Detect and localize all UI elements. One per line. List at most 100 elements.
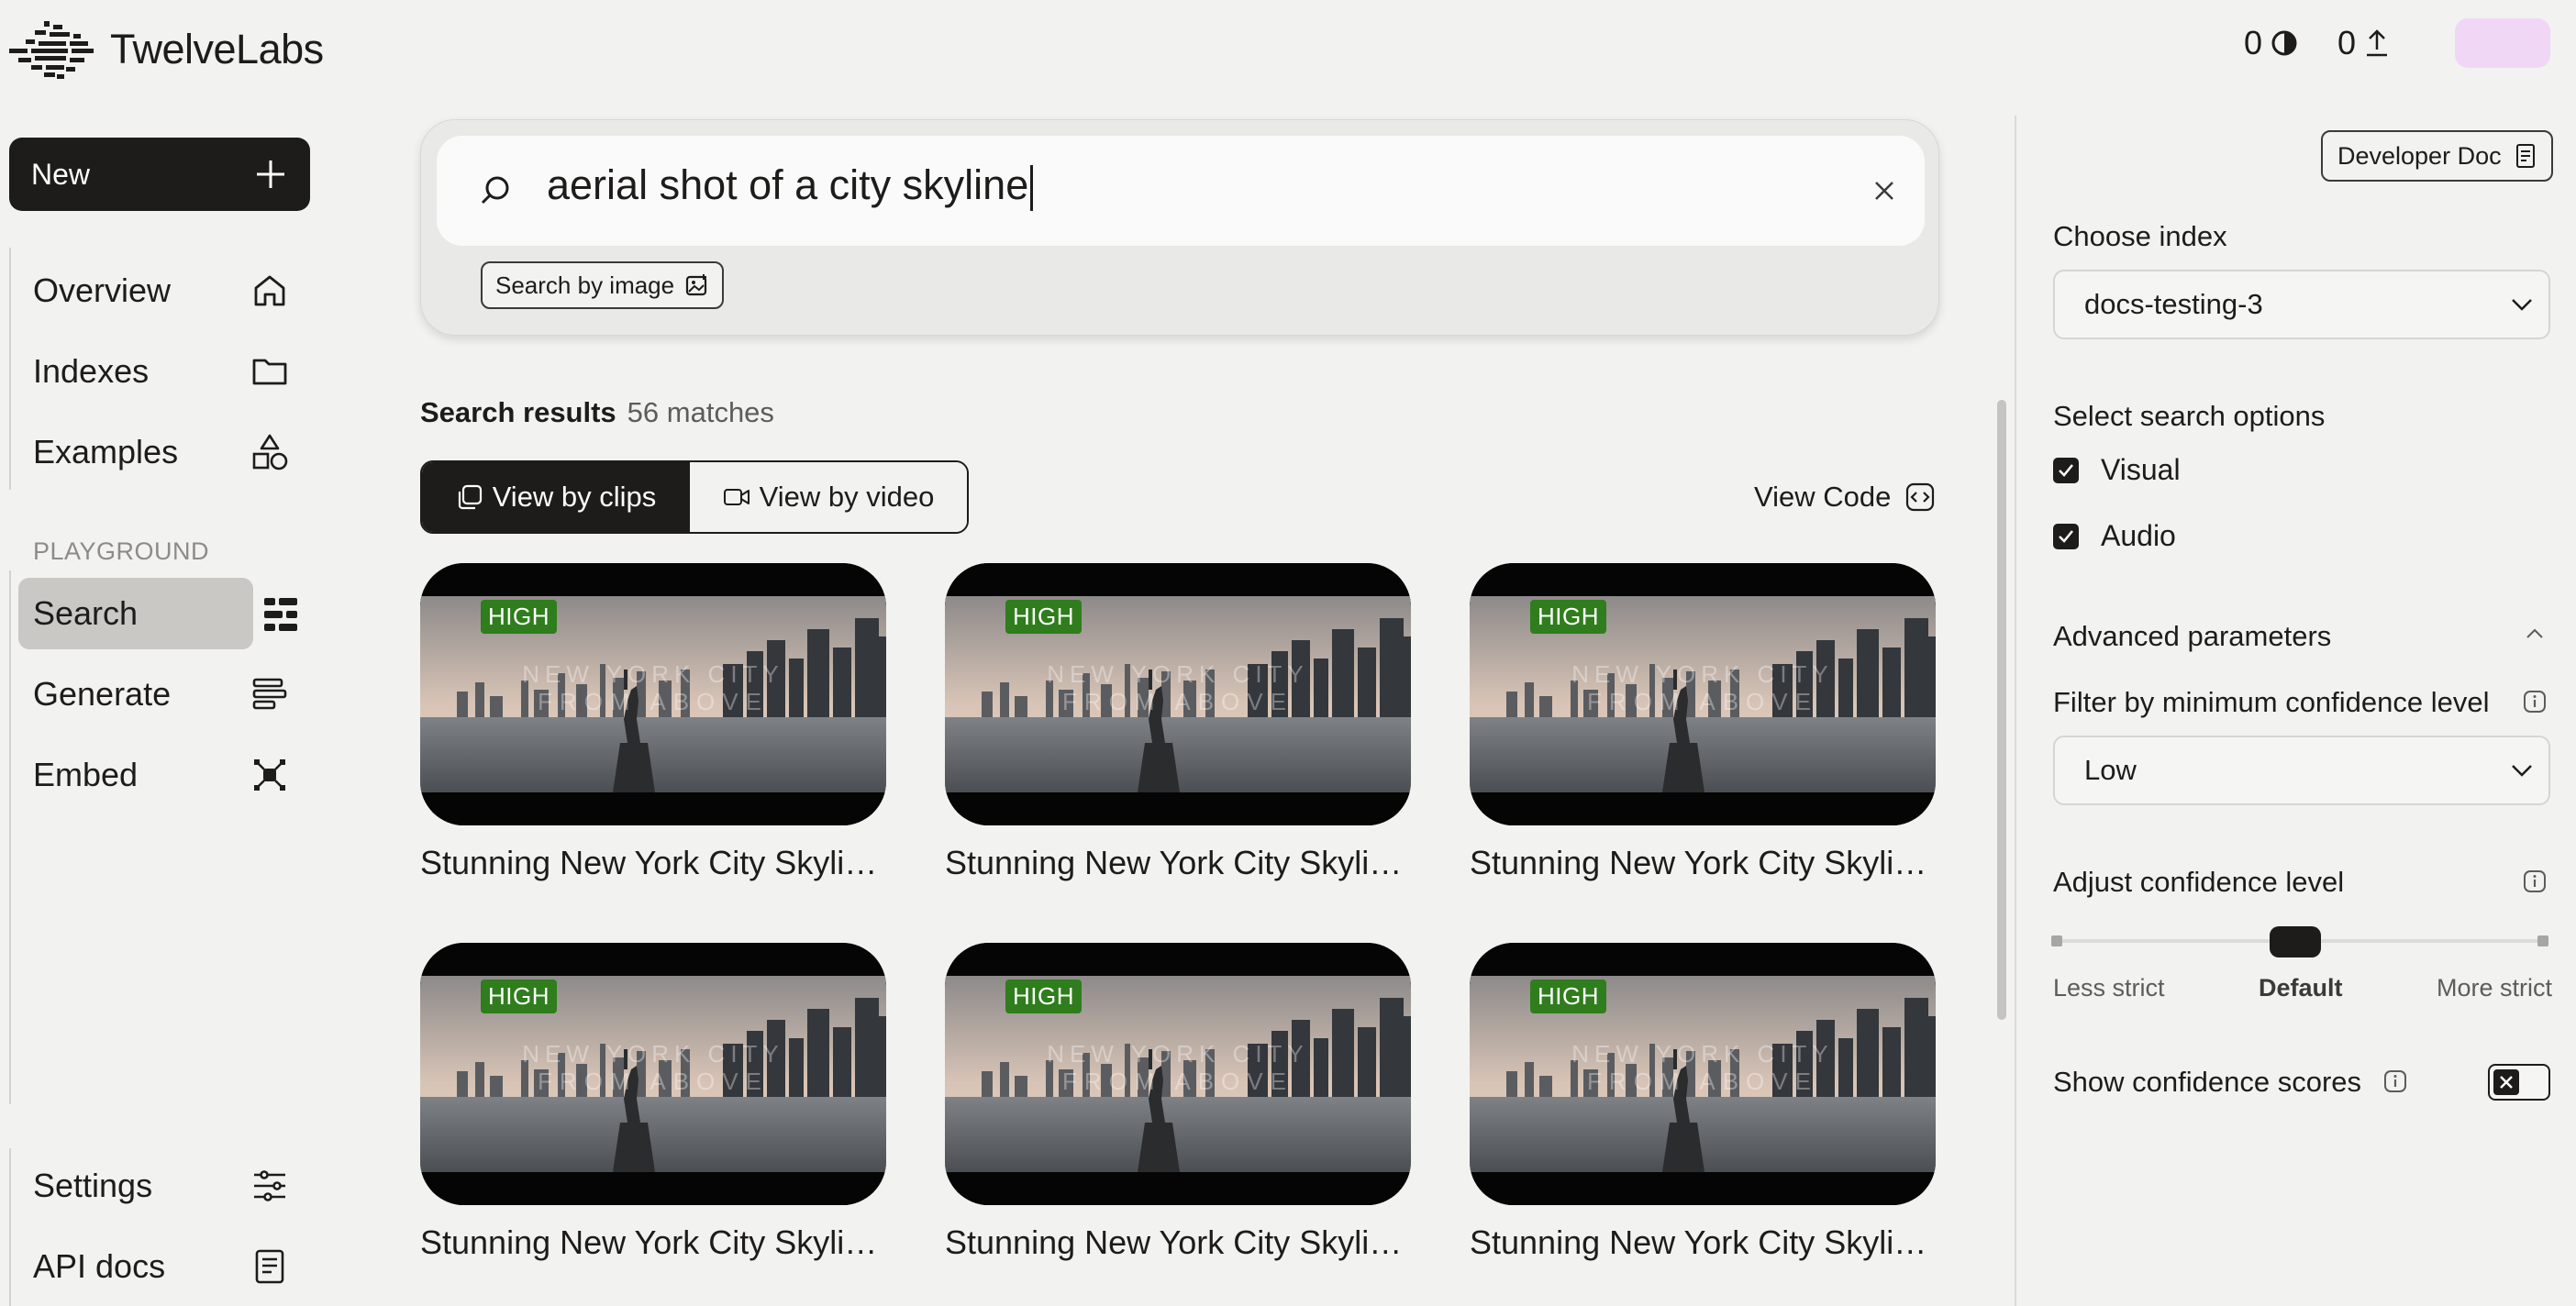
view-code-button[interactable]: View Code — [1754, 481, 1935, 514]
result-card[interactable]: NEW YORK CITY FROM ABOVE HIGH Stunning N… — [945, 943, 1411, 1262]
view-by-clips-button[interactable]: View by clips — [422, 462, 690, 532]
search-icon — [481, 176, 509, 205]
choose-index-label: Choose index — [2053, 220, 2227, 252]
view-code-label: View Code — [1754, 481, 1892, 513]
sidebar-item-api-docs[interactable]: API docs — [18, 1231, 301, 1302]
new-button-label: New — [31, 157, 91, 191]
slider-default-label: Default — [2259, 974, 2343, 1002]
progress-ring-icon — [2271, 30, 2297, 56]
result-thumbnail[interactable]: NEW YORK CITY FROM ABOVE HIGH — [420, 563, 886, 825]
avatar[interactable] — [2455, 18, 2550, 68]
visual-label: Visual — [2101, 453, 2181, 486]
doc-icon — [2515, 144, 2535, 168]
result-card[interactable]: NEW YORK CITY FROM ABOVE HIGH Stunning N… — [945, 563, 1411, 882]
show-scores-toggle[interactable] — [2488, 1064, 2550, 1101]
app-name: TwelveLabs — [110, 26, 324, 72]
svg-text:FROM ABOVE: FROM ABOVE — [1587, 1068, 1818, 1095]
visual-checkbox[interactable] — [2053, 457, 2079, 483]
audio-checkbox[interactable] — [2053, 523, 2079, 549]
panel-divider — [2015, 116, 2016, 1306]
result-thumbnail[interactable]: NEW YORK CITY FROM ABOVE HIGH — [945, 563, 1411, 825]
developer-doc-button[interactable]: Developer Doc — [2321, 130, 2553, 182]
playground-section-label: PLAYGROUND — [33, 537, 210, 565]
sidebar-item-search[interactable]: Search — [18, 578, 253, 649]
sidebar-item-indexes[interactable]: Indexes — [18, 336, 301, 407]
slider-more-label: More strict — [2436, 974, 2552, 1002]
sidebar-item-label: API docs — [33, 1247, 166, 1285]
result-card[interactable]: NEW YORK CITY FROM ABOVE HIGH Stunning N… — [1470, 563, 1936, 882]
search-grid-icon — [264, 598, 297, 631]
index-select[interactable]: docs-testing-3 — [2053, 270, 2550, 339]
svg-text:FROM ABOVE: FROM ABOVE — [1062, 688, 1294, 715]
advanced-parameters-toggle[interactable]: Advanced parameters — [2053, 620, 2331, 653]
result-card[interactable]: NEW YORK CITY FROM ABOVE HIGH Stunning N… — [420, 563, 886, 882]
sidebar-item-generate[interactable]: Generate — [18, 659, 301, 730]
bottom-divider-line — [9, 1148, 11, 1306]
result-thumbnail[interactable]: NEW YORK CITY FROM ABOVE HIGH — [1470, 943, 1936, 1205]
sidebar-item-label: Embed — [33, 756, 139, 793]
sidebar-item-label: Examples — [33, 433, 179, 470]
nav-divider-line — [9, 248, 11, 490]
chevron-up-icon[interactable] — [2525, 627, 2545, 640]
search-by-image-button[interactable]: Search by image — [481, 261, 725, 309]
search-options-label: Select search options — [2053, 400, 2326, 432]
view-by-video-label: View by video — [759, 481, 935, 513]
home-icon — [254, 275, 285, 306]
indexing-status[interactable]: 0 — [2244, 24, 2299, 62]
shapes-icon — [252, 434, 288, 470]
sidebar-item-label: Overview — [33, 271, 172, 309]
info-icon[interactable] — [2523, 690, 2547, 714]
result-title[interactable]: Stunning New York City Skylin... — [1470, 844, 1936, 882]
checkmark-icon — [2059, 529, 2073, 543]
text-lines-icon — [252, 678, 287, 710]
option-visual[interactable]: Visual — [2053, 453, 2181, 487]
sidebar-item-overview[interactable]: Overview — [18, 255, 301, 326]
embed-nodes-icon — [254, 759, 285, 791]
svg-text:FROM ABOVE: FROM ABOVE — [1062, 1068, 1294, 1095]
view-toggle: View by clips View by video — [420, 460, 969, 534]
upload-status[interactable]: 0 — [2337, 24, 2391, 62]
toggle-off-knob — [2493, 1069, 2519, 1095]
clips-icon — [458, 484, 482, 510]
clear-search-icon[interactable] — [1873, 180, 1895, 202]
sidebar-item-examples[interactable]: Examples — [18, 416, 301, 488]
result-thumbnail[interactable]: NEW YORK CITY FROM ABOVE HIGH — [1470, 563, 1936, 825]
confidence-badge: HIGH — [1530, 980, 1606, 1013]
indexing-count: 0 — [2244, 24, 2263, 61]
logo[interactable]: TwelveLabs — [7, 17, 324, 83]
confidence-slider-handle[interactable] — [2270, 926, 2321, 957]
sidebar-item-embed[interactable]: Embed — [18, 739, 301, 811]
twelvelabs-logo-icon — [9, 21, 94, 79]
slider-min-marker — [2051, 935, 2062, 946]
adjust-confidence-label: Adjust confidence level — [2053, 866, 2345, 898]
confidence-badge: HIGH — [481, 980, 557, 1013]
info-icon[interactable] — [2523, 869, 2547, 893]
new-button[interactable]: New — [9, 138, 310, 211]
result-card[interactable]: NEW YORK CITY FROM ABOVE HIGH Stunning N… — [420, 943, 886, 1262]
result-thumbnail[interactable]: NEW YORK CITY FROM ABOVE HIGH — [420, 943, 886, 1205]
svg-text:NEW YORK CITY: NEW YORK CITY — [522, 660, 784, 688]
slider-labels: Less strict Default More strict — [2053, 974, 2552, 1002]
svg-text:NEW YORK CITY: NEW YORK CITY — [1571, 1040, 1834, 1068]
match-count: 56 matches — [627, 396, 774, 428]
result-card[interactable]: NEW YORK CITY FROM ABOVE HIGH Stunning N… — [1470, 943, 1936, 1262]
svg-text:NEW YORK CITY: NEW YORK CITY — [1571, 660, 1834, 688]
confidence-badge: HIGH — [1005, 600, 1082, 634]
confidence-filter-value: Low — [2084, 754, 2137, 786]
sidebar-item-settings[interactable]: Settings — [18, 1150, 301, 1222]
search-results-label: Search results — [420, 396, 616, 428]
result-title[interactable]: Stunning New York City Skylin... — [420, 1223, 886, 1262]
results-scrollbar[interactable] — [1997, 400, 2006, 1020]
option-audio[interactable]: Audio — [2053, 519, 2176, 553]
result-title[interactable]: Stunning New York City Skylin... — [945, 1223, 1411, 1262]
result-title[interactable]: Stunning New York City Skylin... — [1470, 1223, 1936, 1262]
slider-max-marker — [2537, 935, 2548, 946]
confidence-filter-select[interactable]: Low — [2053, 736, 2550, 805]
result-thumbnail[interactable]: NEW YORK CITY FROM ABOVE HIGH — [945, 943, 1411, 1205]
view-by-video-button[interactable]: View by video — [690, 462, 967, 532]
result-title[interactable]: Stunning New York City Skylin... — [420, 844, 886, 882]
result-title[interactable]: Stunning New York City Skylin... — [945, 844, 1411, 882]
image-upload-icon — [686, 274, 707, 296]
info-icon[interactable] — [2383, 1069, 2407, 1093]
search-query[interactable]: aerial shot of a city skyline — [547, 161, 1034, 212]
